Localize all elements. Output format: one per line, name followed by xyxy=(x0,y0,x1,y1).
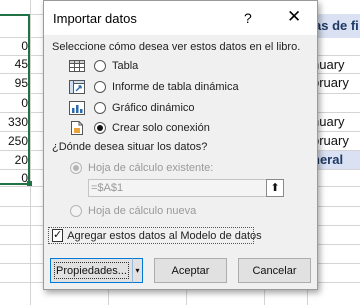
column-gridline xyxy=(30,0,31,305)
radio-new-sheet[interactable] xyxy=(70,205,82,217)
view-prompt: Seleccione cómo desea ver estos datos en… xyxy=(52,41,301,53)
fill-handle[interactable] xyxy=(27,181,32,186)
option-connection-only[interactable]: Crear solo conexión xyxy=(68,119,210,137)
properties-button[interactable]: Propiedades... xyxy=(50,258,133,283)
option-label: Hoja de cálculo nueva xyxy=(88,205,197,217)
selected-range[interactable] xyxy=(0,14,30,185)
cancel-button[interactable]: Cancelar xyxy=(238,258,311,283)
dialog-titlebar[interactable]: Importar datos ? ✕ xyxy=(44,1,317,35)
option-label: Tabla xyxy=(112,60,139,72)
close-button[interactable]: ✕ xyxy=(287,7,301,27)
option-new-sheet[interactable]: Hoja de cálculo nueva xyxy=(70,202,196,220)
where-prompt: ¿Dónde desea situar los datos? xyxy=(52,141,208,153)
data-model-label: Agregar estos datos al Modelo de datos xyxy=(67,229,262,242)
data-model-option[interactable]: ✓ Agregar estos datos al Modelo de datos xyxy=(48,227,262,244)
option-table[interactable]: Tabla xyxy=(68,57,138,75)
table-icon xyxy=(68,58,86,74)
option-label: Crear solo conexión xyxy=(112,122,210,134)
radio-existing-sheet[interactable] xyxy=(70,162,82,174)
radio-pivot-table[interactable] xyxy=(94,81,106,93)
option-label: Gráfico dinámico xyxy=(112,102,195,114)
option-existing-sheet[interactable]: Hoja de cálculo existente: xyxy=(70,159,213,177)
focus-outline xyxy=(54,262,129,279)
import-data-dialog: Importar datos ? ✕ Seleccione cómo desea… xyxy=(43,0,318,290)
option-label: Informe de tabla dinámica xyxy=(112,81,239,93)
data-model-checkbox[interactable]: ✓ xyxy=(52,229,64,242)
dialog-title: Importar datos xyxy=(53,11,137,26)
collapse-dialog-button[interactable]: ⬆ xyxy=(266,179,284,197)
option-label: Hoja de cálculo existente: xyxy=(88,162,214,174)
radio-table[interactable] xyxy=(94,60,106,72)
help-button[interactable]: ? xyxy=(244,10,252,26)
option-pivot-chart[interactable]: Gráfico dinámico xyxy=(68,99,195,117)
option-pivot-table[interactable]: Informe de tabla dinámica xyxy=(68,78,239,96)
properties-dropdown-button[interactable]: ▾ xyxy=(132,258,143,283)
ok-button[interactable]: Aceptar xyxy=(154,258,227,283)
radio-pivot-chart[interactable] xyxy=(94,102,106,114)
pivot-chart-icon xyxy=(68,100,86,116)
cell-reference-input[interactable]: =$A$1 xyxy=(88,179,267,197)
radio-connection-only[interactable] xyxy=(94,122,106,134)
connection-icon xyxy=(68,120,86,136)
pivot-table-icon xyxy=(68,79,86,95)
